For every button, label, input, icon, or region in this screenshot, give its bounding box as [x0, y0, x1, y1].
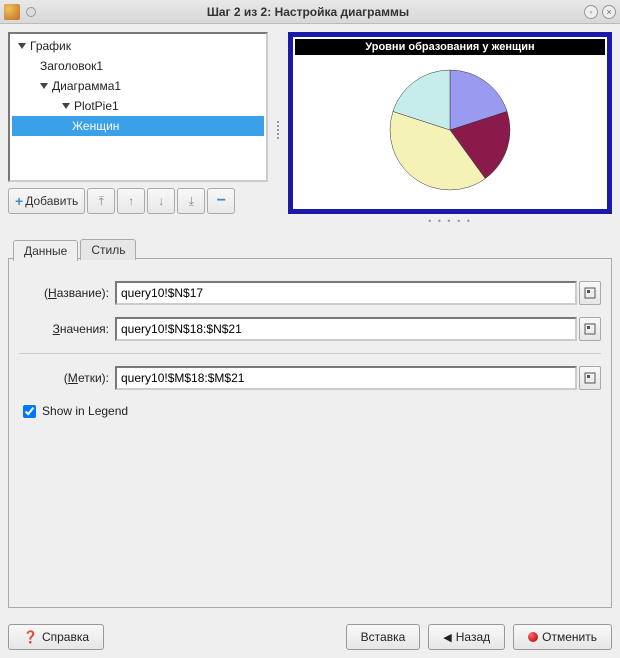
tree-item-graph[interactable]: График	[12, 36, 264, 56]
name-input[interactable]	[115, 281, 577, 305]
minimize-button[interactable]: ◦	[584, 5, 598, 19]
tree-label: PlotPie1	[74, 99, 119, 113]
tree-item-women[interactable]: Женщин	[12, 116, 264, 136]
show-legend-checkbox[interactable]	[23, 405, 36, 418]
help-button[interactable]: ❓ Справка	[8, 624, 104, 650]
labels-input[interactable]	[115, 366, 577, 390]
tree-label: График	[30, 39, 71, 53]
app-icon	[4, 4, 20, 20]
tree-item-plotpie1[interactable]: PlotPie1	[12, 96, 264, 116]
insert-button[interactable]: Вставка	[346, 624, 421, 650]
tabs-panel: Данные Стиль (Название): Значения: (Метк…	[8, 258, 612, 608]
plus-icon: +	[15, 193, 23, 209]
move-bottom-button[interactable]: ⤓	[177, 188, 205, 214]
minus-icon: −	[217, 192, 226, 210]
move-up-button[interactable]: ↑	[117, 188, 145, 214]
element-tree[interactable]: График Заголовок1 Диаграмма1 PlotPie1 Же…	[8, 32, 268, 182]
values-label: Значения:	[19, 322, 109, 336]
range-picker-icon	[584, 323, 596, 335]
tree-label: Женщин	[72, 119, 119, 133]
window-title: Шаг 2 из 2: Настройка диаграммы	[36, 5, 580, 19]
arrow-up-icon: ↑	[128, 194, 134, 208]
values-input[interactable]	[115, 317, 577, 341]
tree-item-title1[interactable]: Заголовок1	[12, 56, 264, 76]
values-picker[interactable]	[579, 317, 601, 341]
back-icon: ◀	[443, 631, 451, 644]
close-button[interactable]: ×	[602, 5, 616, 19]
move-down-button[interactable]: ↓	[147, 188, 175, 214]
tree-label: Заголовок1	[40, 59, 103, 73]
back-button[interactable]: ◀ Назад	[428, 624, 505, 650]
button-bar: ❓ Справка Вставка ◀ Назад Отменить	[0, 616, 620, 658]
labels-picker[interactable]	[579, 366, 601, 390]
horizontal-grip[interactable]: • • • • •	[288, 214, 612, 228]
tree-item-diagram1[interactable]: Диаграмма1	[12, 76, 264, 96]
tree-label: Диаграмма1	[52, 79, 121, 93]
labels-label: (Метки):	[19, 371, 109, 385]
vertical-grip[interactable]	[274, 32, 282, 228]
arrow-bottom-icon: ⤓	[189, 194, 194, 209]
add-label: Добавить	[25, 194, 78, 208]
tab-style[interactable]: Стиль	[80, 239, 136, 260]
add-button[interactable]: +Добавить	[8, 188, 85, 214]
show-legend-label: Show in Legend	[42, 404, 128, 418]
help-icon: ❓	[23, 630, 38, 644]
chart-preview: Уровни образования у женщин	[288, 32, 612, 214]
pie-chart	[295, 55, 605, 205]
tab-data[interactable]: Данные	[13, 240, 78, 261]
range-picker-icon	[584, 372, 596, 384]
tree-toolbar: +Добавить ⤒ ↑ ↓ ⤓ −	[8, 188, 268, 214]
name-label: (Название):	[19, 286, 109, 300]
chart-title: Уровни образования у женщин	[295, 39, 605, 55]
circle-dot	[26, 7, 36, 17]
move-top-button[interactable]: ⤒	[87, 188, 115, 214]
cancel-button[interactable]: Отменить	[513, 624, 612, 650]
remove-button[interactable]: −	[207, 188, 235, 214]
separator	[19, 353, 601, 354]
stop-icon	[528, 632, 538, 642]
name-picker[interactable]	[579, 281, 601, 305]
arrow-top-icon: ⤒	[99, 194, 104, 209]
arrow-down-icon: ↓	[158, 194, 164, 208]
range-picker-icon	[584, 287, 596, 299]
titlebar: Шаг 2 из 2: Настройка диаграммы ◦ ×	[0, 0, 620, 24]
